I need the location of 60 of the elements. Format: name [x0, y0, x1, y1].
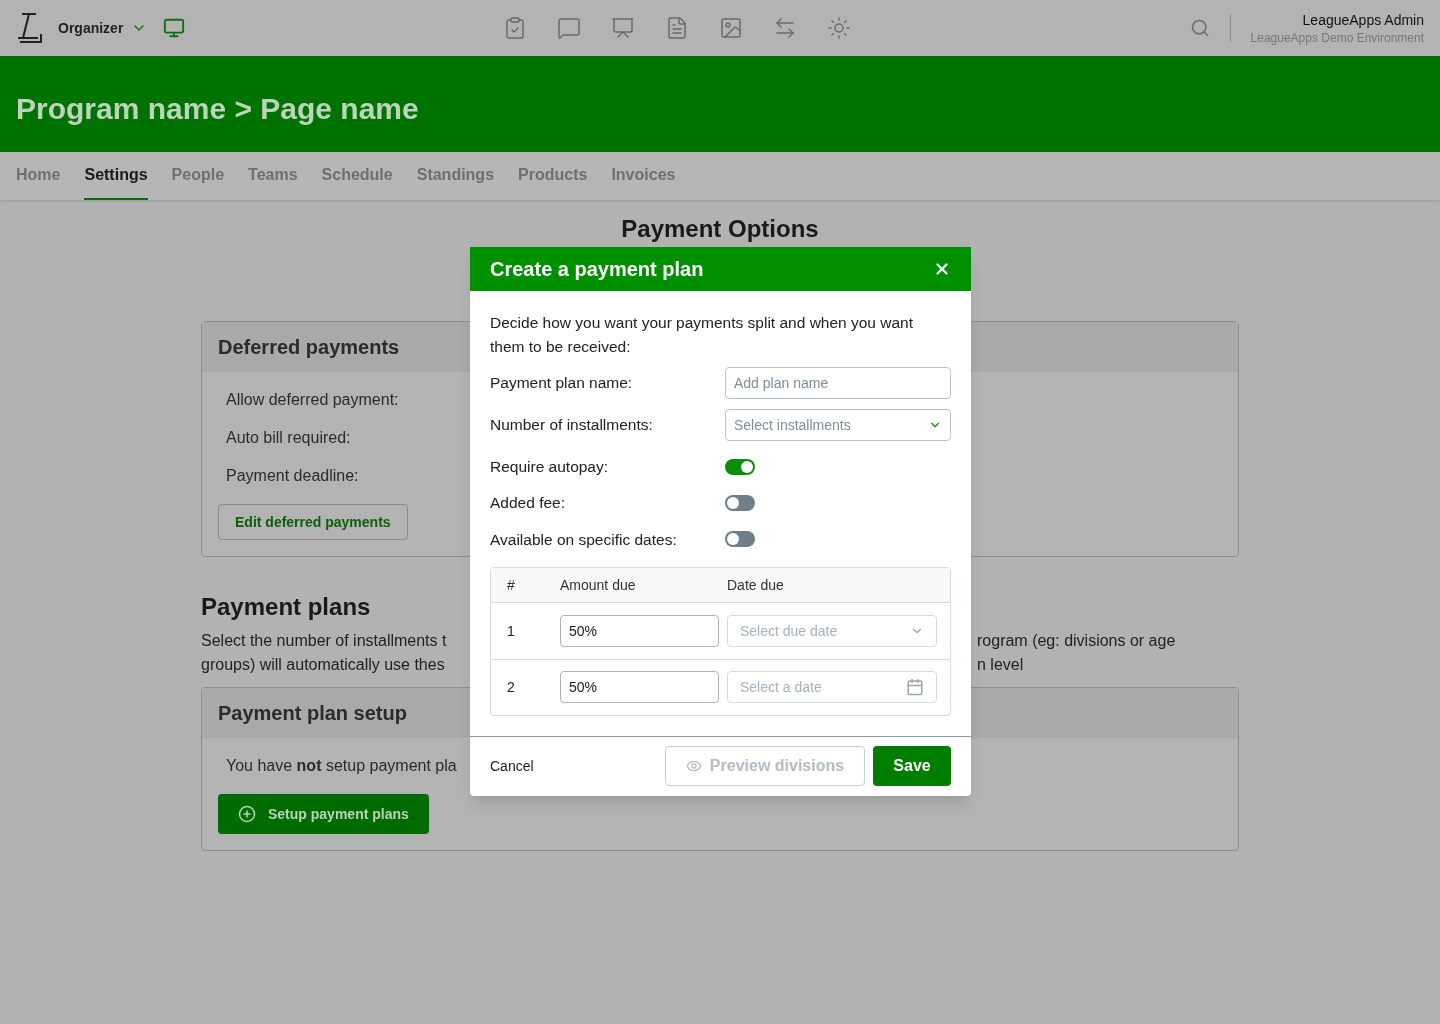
monitor-icon[interactable] — [163, 17, 186, 39]
plus-circle-icon — [238, 805, 256, 823]
column-header: # — [506, 575, 516, 595]
nav-tab[interactable]: Home — [16, 152, 61, 200]
row-number: 1 — [506, 621, 516, 641]
calendar-icon — [906, 678, 924, 697]
toggle-switch[interactable] — [725, 531, 755, 548]
cancel-button[interactable]: Cancel — [490, 756, 534, 777]
field-label: Payment deadline: — [226, 466, 359, 486]
page-title: Payment Options — [621, 214, 819, 244]
field-label: Payment plan name: — [490, 373, 633, 394]
toggle-label: Require autopay: — [490, 457, 610, 477]
description-text: groups) will automatically use thes — [201, 655, 446, 675]
nav-tab[interactable]: Standings — [416, 152, 495, 200]
modal-intro: Decide how you want your payments split and when you want them to be received: — [490, 313, 915, 357]
installments-select[interactable]: Select installments — [725, 409, 951, 441]
section-title: Payment plans — [201, 593, 371, 620]
save-button[interactable]: Save — [873, 746, 951, 787]
sun-icon[interactable] — [827, 16, 852, 40]
description-text: rogram (eg: divisions or age — [977, 631, 1177, 651]
card-title: Payment plan setup — [218, 701, 407, 726]
card-title: Deferred payments — [218, 335, 400, 360]
setup-message: You have not setup payment pla — [226, 757, 457, 774]
nav-tab[interactable]: Invoices — [611, 152, 676, 200]
role-dropdown[interactable]: Organizer — [58, 18, 148, 38]
field-label: Auto bill required: — [226, 428, 351, 448]
nav-tab[interactable]: Products — [518, 152, 588, 200]
setup-payment-plans-button[interactable]: Setup payment plans — [218, 794, 429, 834]
description-text: n level — [977, 655, 1025, 675]
column-header: Date due — [727, 575, 784, 595]
toggle-switch[interactable] — [725, 458, 755, 475]
nav-tab[interactable]: Settings — [84, 152, 148, 200]
description-text: Select the number of installments t — [201, 631, 447, 651]
plan-name-field[interactable]: Add plan name — [725, 367, 951, 399]
user-name: LeagueApps Admin — [1302, 11, 1424, 30]
date-field[interactable]: Select a date — [727, 671, 937, 704]
logo-icon — [16, 12, 42, 44]
page-header-title: Program name > Page name — [16, 90, 419, 127]
close-icon[interactable] — [933, 260, 951, 278]
amount-field[interactable]: 50% — [560, 671, 719, 704]
edit-deferred-payments-button[interactable]: Edit deferred payments — [218, 504, 408, 540]
column-header: Amount due — [560, 575, 637, 595]
field-label: Number of installments: — [490, 415, 653, 436]
chat-icon[interactable] — [557, 16, 582, 40]
environment-name: LeagueApps Demo Environment — [1250, 30, 1424, 46]
date-select[interactable]: Select due date — [727, 614, 937, 647]
nav-tab[interactable]: Teams — [248, 152, 298, 200]
amount-field[interactable]: 50% — [560, 614, 719, 647]
nav-tab[interactable]: Schedule — [321, 152, 393, 200]
image-icon[interactable] — [719, 16, 744, 40]
chart-board-icon[interactable] — [611, 16, 636, 40]
toggle-label: Available on specific dates: — [490, 529, 678, 550]
toggle-switch[interactable] — [725, 494, 755, 511]
nav-tab[interactable]: People — [171, 152, 225, 200]
search-icon[interactable] — [1189, 18, 1210, 38]
toggle-label: Added fee: — [490, 493, 566, 514]
modal-title: Create a payment plan — [490, 257, 704, 282]
preview-divisions-button[interactable]: Preview divisions — [665, 746, 865, 787]
row-number: 2 — [506, 678, 516, 698]
field-label: Allow deferred payment: — [226, 390, 399, 410]
